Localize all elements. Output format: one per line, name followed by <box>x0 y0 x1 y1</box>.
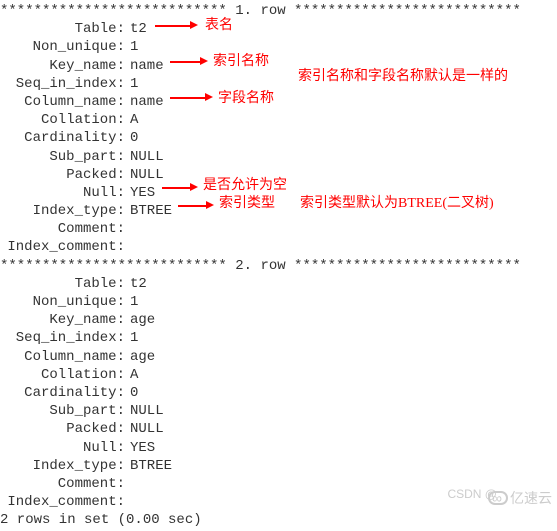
logo-text: 亿速云 <box>510 489 552 507</box>
field-line: Null:YES <box>0 439 557 457</box>
field-value <box>125 493 130 511</box>
field-label: Non_unique: <box>0 38 125 56</box>
field-value: 1 <box>125 75 138 93</box>
field-label: Index_type: <box>0 457 125 475</box>
arrow-head-icon <box>200 57 208 65</box>
field-line: Index_comment: <box>0 238 557 256</box>
field-label: Key_name: <box>0 57 125 75</box>
arrow-head-icon <box>206 201 214 209</box>
arrow-icon <box>155 25 190 27</box>
field-value: NULL <box>125 402 164 420</box>
watermark-logo: 亿速云 <box>488 489 552 507</box>
annotation-table: 表名 <box>205 17 233 35</box>
arrow-head-icon <box>190 183 198 191</box>
arrow-head-icon <box>205 93 213 101</box>
annotation-keyname-extra: 索引名称和字段名称默认是一样的 <box>298 68 508 86</box>
field-label: Comment: <box>0 475 125 493</box>
field-label: Sub_part: <box>0 148 125 166</box>
field-value: NULL <box>125 166 164 184</box>
field-line: Comment: <box>0 220 557 238</box>
field-value: 1 <box>125 329 138 347</box>
field-value: BTREE <box>125 457 172 475</box>
arrow-icon <box>170 97 205 99</box>
field-value: name <box>125 57 164 75</box>
field-value: NULL <box>125 420 164 438</box>
field-value: age <box>125 311 155 329</box>
field-value: YES <box>125 184 155 202</box>
field-line: Column_name:age <box>0 348 557 366</box>
arrow-icon <box>178 205 208 207</box>
field-line: Non_unique:1 <box>0 293 557 311</box>
field-line: Column_name:name <box>0 93 557 111</box>
field-line: Collation:A <box>0 366 557 384</box>
field-label: Table: <box>0 275 125 293</box>
annotation-indextype: 索引类型 <box>219 195 275 213</box>
field-label: Index_comment: <box>0 493 125 511</box>
field-value: name <box>125 93 164 111</box>
field-label: Seq_in_index: <box>0 329 125 347</box>
cloud-icon <box>488 491 508 505</box>
field-label: Sub_part: <box>0 402 125 420</box>
field-line: Cardinality:0 <box>0 129 557 147</box>
field-label: Non_unique: <box>0 293 125 311</box>
field-label: Collation: <box>0 111 125 129</box>
field-label: Packed: <box>0 420 125 438</box>
result-footer: 2 rows in set (0.00 sec) <box>0 511 557 529</box>
field-value: 1 <box>125 293 138 311</box>
annotation-indextype-extra: 索引类型默认为BTREE(二叉树) <box>300 195 494 213</box>
field-line: Sub_part:NULL <box>0 402 557 420</box>
arrow-head-icon <box>190 21 198 29</box>
field-value: A <box>125 111 138 129</box>
field-line: Seq_in_index:1 <box>0 329 557 347</box>
field-label: Column_name: <box>0 348 125 366</box>
field-value: age <box>125 348 155 366</box>
arrow-icon <box>170 61 200 63</box>
field-value: YES <box>125 439 155 457</box>
field-value <box>125 238 130 256</box>
field-line: Index_type:BTREE <box>0 457 557 475</box>
field-value: t2 <box>125 20 147 38</box>
row-header-1: *************************** 1. row *****… <box>0 2 557 20</box>
field-label: Seq_in_index: <box>0 75 125 93</box>
field-value <box>125 475 130 493</box>
field-value: 0 <box>125 129 138 147</box>
field-label: Comment: <box>0 220 125 238</box>
field-label: Column_name: <box>0 93 125 111</box>
field-label: Cardinality: <box>0 129 125 147</box>
field-line: Key_name:age <box>0 311 557 329</box>
field-line: Cardinality:0 <box>0 384 557 402</box>
field-label: Index_type: <box>0 202 125 220</box>
field-line: Collation:A <box>0 111 557 129</box>
annotation-keyname: 索引名称 <box>213 53 269 71</box>
field-label: Null: <box>0 184 125 202</box>
field-value: t2 <box>125 275 147 293</box>
field-value: 1 <box>125 38 138 56</box>
field-line: Non_unique:1 <box>0 38 557 56</box>
field-label: Packed: <box>0 166 125 184</box>
field-line: Sub_part:NULL <box>0 148 557 166</box>
field-value: NULL <box>125 148 164 166</box>
field-value <box>125 220 130 238</box>
field-line: Packed:NULL <box>0 420 557 438</box>
field-value: A <box>125 366 138 384</box>
field-line: Table:t2 <box>0 20 557 38</box>
field-label: Collation: <box>0 366 125 384</box>
field-line: Table:t2 <box>0 275 557 293</box>
row-header-2: *************************** 2. row *****… <box>0 257 557 275</box>
field-label: Key_name: <box>0 311 125 329</box>
field-label: Cardinality: <box>0 384 125 402</box>
field-label: Null: <box>0 439 125 457</box>
arrow-icon <box>162 187 192 189</box>
field-value: BTREE <box>125 202 172 220</box>
field-value: 0 <box>125 384 138 402</box>
annotation-colname: 字段名称 <box>218 90 274 108</box>
annotation-null: 是否允许为空 <box>203 177 287 195</box>
field-label: Index_comment: <box>0 238 125 256</box>
field-label: Table: <box>0 20 125 38</box>
